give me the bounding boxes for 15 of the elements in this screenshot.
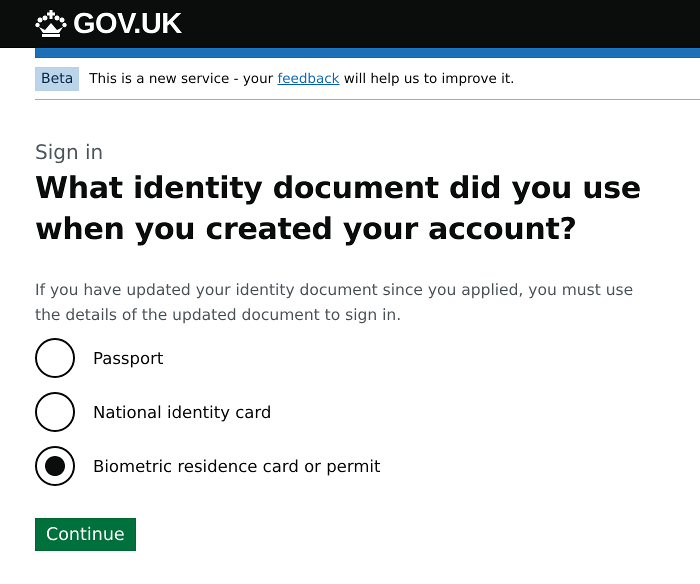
radio-button[interactable] [35, 446, 75, 486]
site-logo[interactable]: GOV.UK [73, 8, 182, 40]
radio-button[interactable] [35, 392, 75, 432]
page-heading: What identity document did you use when you created your account? [35, 170, 642, 249]
radio-label[interactable]: Passport [93, 348, 164, 368]
phase-notice: This is a new service - your feedback will help us to improve it. [89, 70, 514, 86]
radio-label[interactable]: Biometric residence card or permit [93, 456, 380, 476]
crown-icon [35, 10, 67, 38]
continue-button[interactable]: Continue [35, 518, 136, 551]
phase-tag: Beta [35, 66, 80, 90]
radio-label[interactable]: National identity card [93, 402, 272, 422]
page-caption: Sign in [35, 140, 104, 164]
radio-button[interactable] [35, 338, 75, 378]
feedback-link[interactable]: feedback [277, 70, 340, 86]
hint-text: If you have updated your identity document since you applied, you must use the details of the updated document to sign in. [35, 280, 634, 326]
